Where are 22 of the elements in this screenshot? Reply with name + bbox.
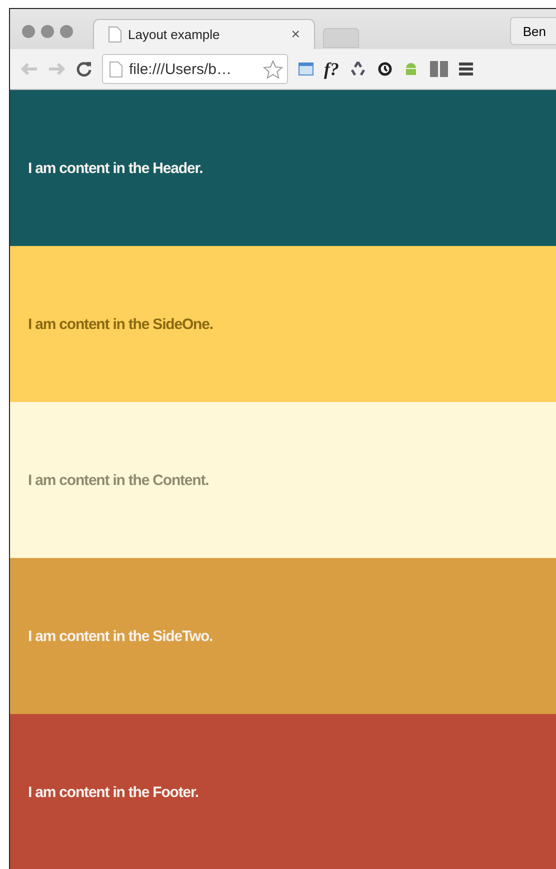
section-text: I am content in the Content.	[28, 472, 209, 488]
close-tab-button[interactable]: ×	[291, 26, 300, 43]
reload-icon[interactable]	[76, 61, 92, 77]
section-text: I am content in the SideTwo.	[28, 628, 213, 644]
page-icon	[109, 60, 123, 78]
star-icon[interactable]	[263, 60, 283, 78]
page-icon	[108, 26, 122, 43]
profile-button[interactable]: Ben	[510, 17, 556, 45]
forward-icon[interactable]	[48, 62, 66, 76]
close-window-button[interactable]	[22, 24, 35, 38]
window-icon[interactable]	[298, 62, 314, 76]
columns-icon[interactable]	[429, 60, 449, 78]
menu-icon[interactable]	[459, 61, 473, 77]
section-text: I am content in the Header.	[28, 160, 203, 176]
back-icon[interactable]	[20, 62, 38, 76]
address-field[interactable]: file:///Users/b…	[102, 54, 288, 84]
section-text: I am content in the SideOne.	[28, 316, 213, 332]
extension-button[interactable]: f?	[324, 58, 339, 80]
browser-tab[interactable]: Layout example ×	[93, 19, 315, 49]
section-text: I am content in the Footer.	[28, 784, 198, 800]
minimize-window-button[interactable]	[41, 24, 54, 38]
zoom-window-button[interactable]	[60, 24, 73, 38]
